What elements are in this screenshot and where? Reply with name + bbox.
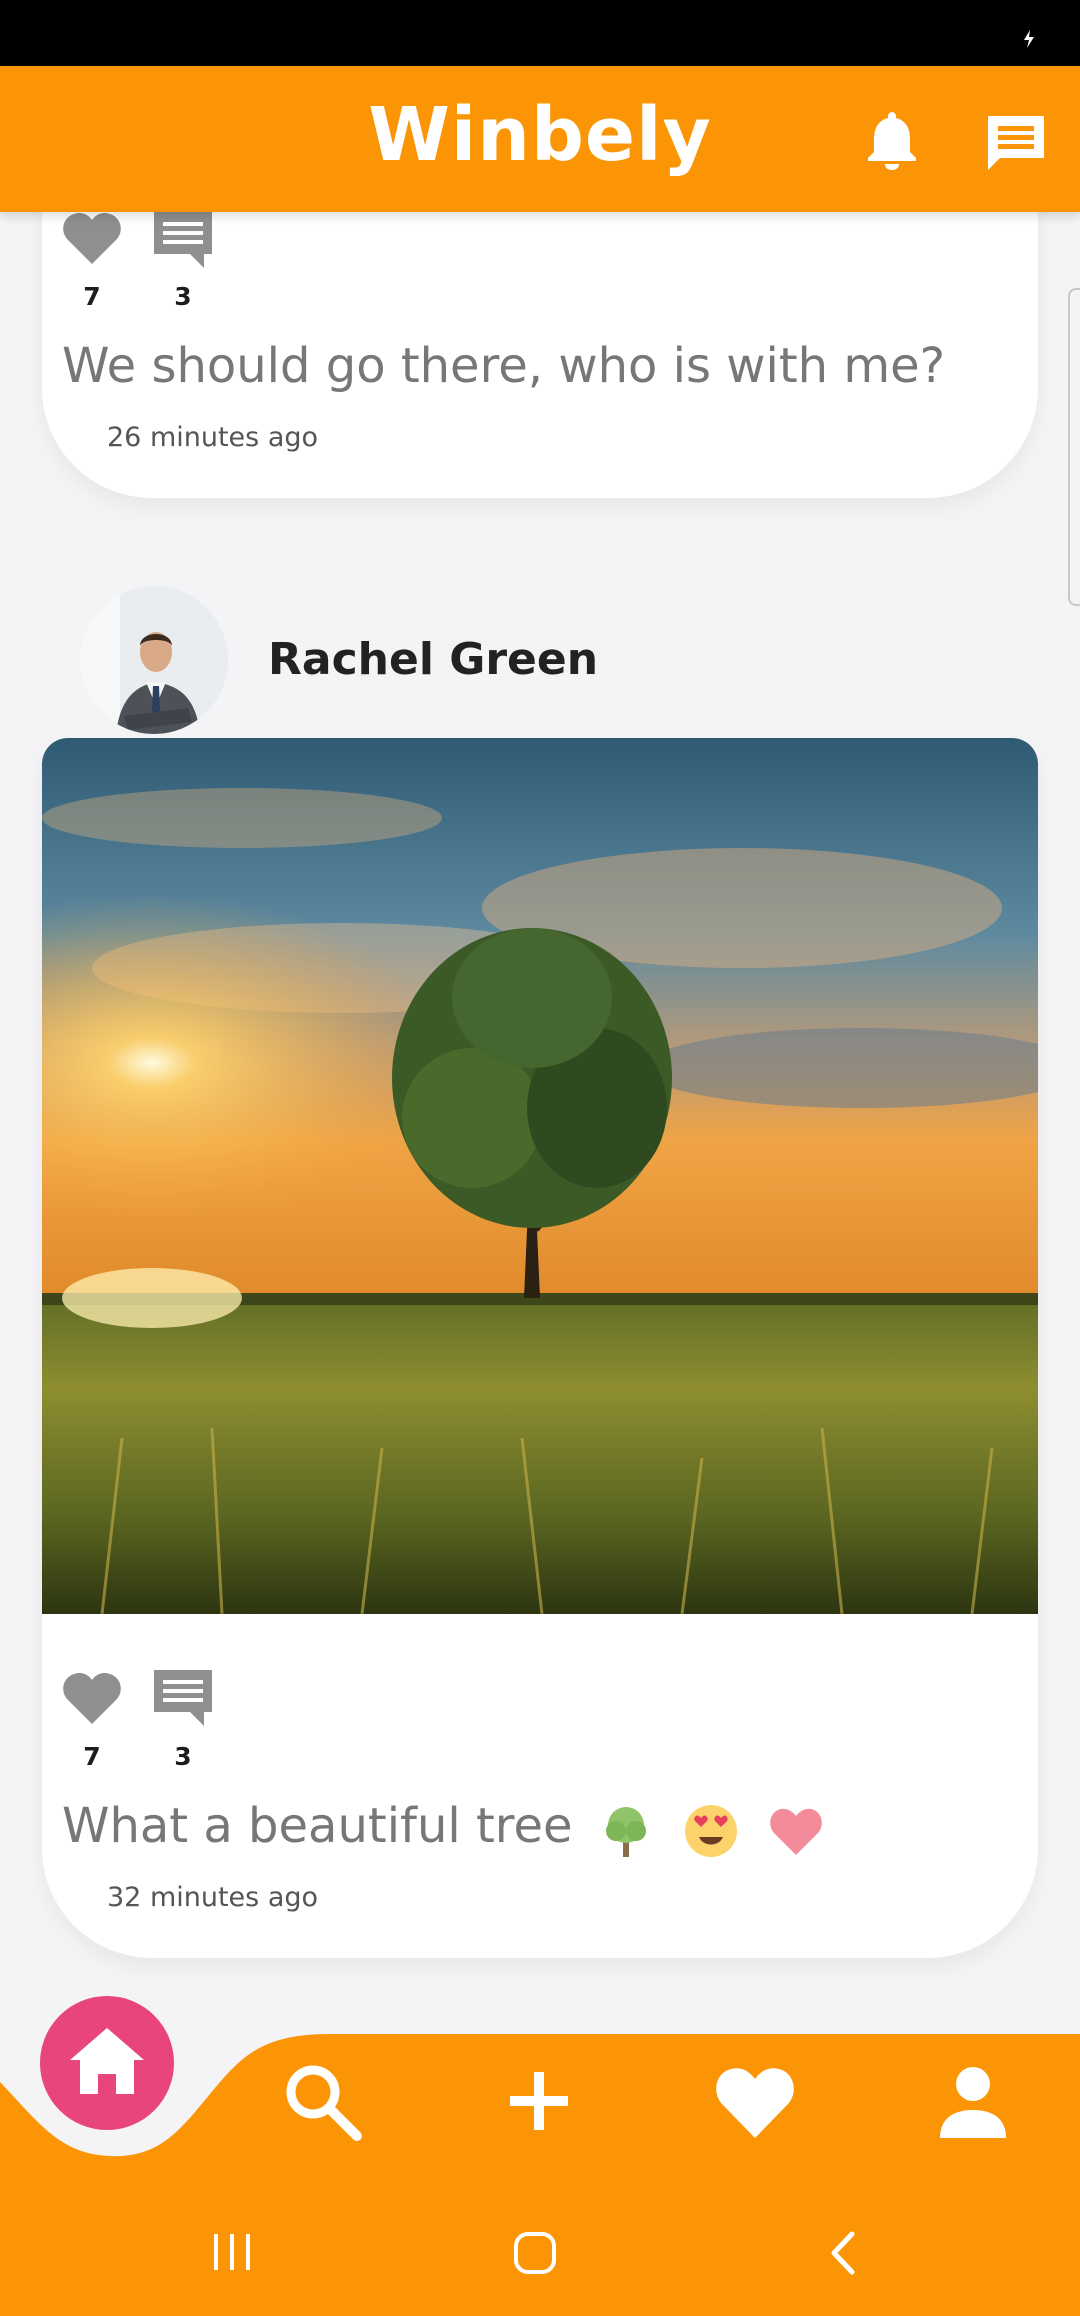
post-caption: We should go there, who is with me? bbox=[62, 338, 946, 394]
author-name[interactable]: Rachel Green bbox=[268, 634, 598, 685]
charging-icon bbox=[1024, 30, 1034, 48]
like-heart-icon[interactable] bbox=[62, 1672, 122, 1724]
tree-emoji bbox=[605, 1806, 646, 1857]
home-icon bbox=[70, 2028, 144, 2094]
like-count: 7 bbox=[83, 282, 101, 311]
home-button-icon[interactable] bbox=[512, 2230, 558, 2276]
profile-icon[interactable] bbox=[930, 2058, 1016, 2144]
back-icon[interactable] bbox=[822, 2230, 866, 2276]
post-card bbox=[42, 738, 1038, 1958]
pink-heart-emoji bbox=[770, 1808, 823, 1855]
bell-icon[interactable] bbox=[864, 108, 920, 170]
add-icon[interactable] bbox=[496, 2058, 582, 2144]
post-photo[interactable] bbox=[42, 738, 1038, 1614]
post-caption-row: What a beautiful tree bbox=[62, 1798, 838, 1859]
post-time: 32 minutes ago bbox=[107, 1882, 319, 1913]
comment-icon[interactable] bbox=[154, 1670, 212, 1726]
comment-count: 3 bbox=[174, 1742, 192, 1771]
message-icon[interactable] bbox=[984, 112, 1048, 174]
like-count: 7 bbox=[83, 1742, 101, 1771]
heart-eyes-emoji bbox=[685, 1804, 738, 1857]
avatar-image bbox=[80, 586, 228, 734]
emoji-row bbox=[598, 1800, 839, 1859]
status-bar bbox=[0, 0, 1080, 66]
system-navigation-bar bbox=[0, 2190, 1080, 2316]
app-header: Winbely bbox=[0, 66, 1080, 212]
avatar[interactable] bbox=[80, 586, 228, 734]
like-heart-icon[interactable] bbox=[62, 212, 122, 264]
post-time: 26 minutes ago bbox=[107, 422, 319, 453]
comment-count: 3 bbox=[174, 282, 192, 311]
favorites-heart-icon[interactable] bbox=[712, 2058, 798, 2144]
scroll-indicator[interactable] bbox=[1068, 288, 1080, 606]
post-caption: What a beautiful tree bbox=[62, 1798, 573, 1854]
search-icon[interactable] bbox=[279, 2058, 365, 2144]
comment-icon[interactable] bbox=[154, 212, 212, 268]
home-button[interactable] bbox=[40, 1996, 174, 2130]
recents-icon[interactable] bbox=[210, 2230, 254, 2274]
